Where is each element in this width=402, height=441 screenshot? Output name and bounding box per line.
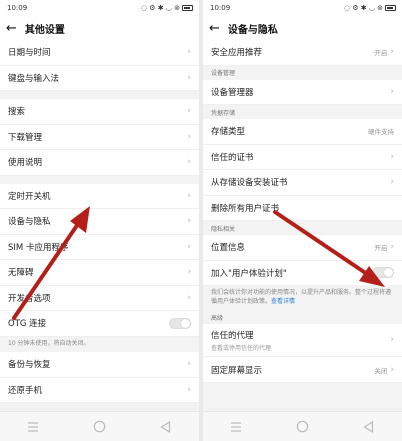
view-details-link[interactable]: 查看详情: [271, 298, 295, 305]
chevron-right-icon: ›: [390, 177, 394, 188]
chevron-right-icon: ›: [187, 216, 191, 227]
home-icon[interactable]: [295, 420, 309, 434]
navigation-bar: [203, 411, 402, 441]
chevron-right-icon: ›: [187, 106, 191, 117]
chevron-right-icon: ›: [187, 157, 191, 168]
back-arrow-icon[interactable]: ←: [209, 22, 220, 35]
settings-item-developer[interactable]: 开发者选项 ›: [0, 285, 199, 311]
settings-item-install-certs[interactable]: 从存储设备安装证书 ›: [203, 170, 402, 196]
settings-item-search[interactable]: 搜索 ›: [0, 99, 199, 125]
settings-item-device-privacy[interactable]: 设备与隐私 ›: [0, 209, 199, 235]
chevron-right-icon: ›: [187, 267, 191, 278]
ux-plan-note: 我们会统计你对功能的使用情况，以提升产品和服务。整个过程将遵循用户体验计划政策。…: [203, 286, 402, 311]
settings-item-screen-pinning[interactable]: 固定屏幕显示 关闭 ›: [203, 357, 402, 383]
settings-item-location[interactable]: 位置信息 开启 ›: [203, 235, 402, 261]
right-screen: 10:09 ◌ ⚙ ✱ ◡ ⊚ ← 设备与隐私 安全应用推荐 开启 › 设备管理…: [203, 0, 402, 441]
settings-item-downloads[interactable]: 下载管理 ›: [0, 124, 199, 150]
page-title: 设备与隐私: [227, 24, 278, 36]
settings-item-trusted-certs[interactable]: 信任的证书 ›: [203, 144, 402, 170]
safe-apps-value: 开启: [374, 49, 388, 58]
section-header-privacy: 隐私相关: [203, 221, 402, 235]
settings-item-sim-apps[interactable]: SIM 卡应用程序 ›: [0, 234, 199, 260]
chevron-right-icon: ›: [187, 72, 191, 83]
settings-item-keyboard[interactable]: 键盘与输入法 ›: [0, 65, 199, 91]
status-time: 10:09: [7, 4, 28, 12]
status-bar: 10:09 ◌ ⚙ ✱ ◡ ⊚: [203, 0, 402, 16]
chevron-right-icon: ›: [187, 131, 191, 142]
settings-item-reset[interactable]: 还原手机 ›: [0, 377, 199, 404]
ux-plan-toggle[interactable]: [372, 267, 394, 279]
settings-item-otg[interactable]: OTG 连接: [0, 311, 199, 337]
chevron-right-icon: ›: [187, 384, 191, 395]
otg-note: 10 分钟未使用，将自动关闭。: [0, 336, 199, 353]
status-icons: ◌ ⚙ ✱ ◡ ⊚: [140, 4, 180, 12]
chevron-right-icon: ›: [390, 242, 394, 253]
divider: [0, 175, 199, 184]
status-bar: 10:09 ◌ ⚙ ✱ ◡ ⊚: [0, 0, 199, 16]
title-bar: ← 设备与隐私: [203, 16, 402, 40]
battery-icon: [182, 5, 193, 11]
page-title: 其他设置: [24, 24, 65, 36]
settings-item-manual[interactable]: 使用说明 ›: [0, 150, 199, 176]
settings-item-backup[interactable]: 备份与恢复 ›: [0, 352, 199, 378]
navigation-bar: [0, 411, 199, 441]
chevron-right-icon: ›: [390, 335, 394, 346]
otg-toggle[interactable]: [169, 317, 191, 329]
settings-item-remove-certs[interactable]: 删除所有用户证书: [203, 195, 402, 221]
storage-type-value: 硬件支持: [368, 128, 394, 137]
chevron-right-icon: ›: [390, 151, 394, 162]
chevron-right-icon: ›: [187, 292, 191, 303]
settings-item-accessibility[interactable]: 无障碍 ›: [0, 260, 199, 286]
status-icons: ◌ ⚙ ✱ ◡ ⊚: [343, 4, 383, 12]
chevron-right-icon: ›: [187, 47, 191, 58]
settings-item-device-admin[interactable]: 设备管理器 ›: [203, 79, 402, 105]
back-icon[interactable]: [159, 420, 173, 434]
section-header-credential-storage: 凭据存储: [203, 105, 402, 119]
menu-icon[interactable]: [26, 420, 40, 434]
chevron-right-icon: ›: [187, 190, 191, 201]
chevron-right-icon: ›: [187, 359, 191, 370]
left-screen: 10:09 ◌ ⚙ ✱ ◡ ⊚ ← 其他设置 日期与时间 › 键盘与输入法 › …: [0, 0, 199, 441]
location-value: 开启: [374, 244, 388, 253]
settings-item-safe-apps[interactable]: 安全应用推荐 开启 ›: [203, 40, 402, 66]
chevron-right-icon: ›: [390, 86, 394, 97]
section-header-device-management: 设备管理: [203, 65, 402, 80]
settings-item-date-time[interactable]: 日期与时间 ›: [0, 40, 199, 66]
chevron-right-icon: ›: [390, 47, 394, 58]
back-arrow-icon[interactable]: ←: [6, 22, 17, 35]
chevron-right-icon: ›: [390, 364, 394, 375]
status-time: 10:09: [210, 4, 231, 12]
menu-icon[interactable]: [229, 420, 243, 434]
back-icon[interactable]: [362, 420, 376, 434]
section-header-advanced: 高级: [203, 310, 402, 325]
screen-pinning-value: 关闭: [374, 366, 388, 375]
chevron-right-icon: ›: [187, 241, 191, 252]
settings-item-storage-type: 存储类型 硬件支持: [203, 119, 402, 145]
settings-item-ux-plan[interactable]: 加入"用户体验计划": [203, 260, 402, 286]
settings-item-scheduled-power[interactable]: 定时开关机 ›: [0, 183, 199, 209]
home-icon[interactable]: [92, 420, 106, 434]
settings-item-trust-agents[interactable]: 信任的代理 查看或停用信任的代理 ›: [203, 324, 402, 358]
title-bar: ← 其他设置: [0, 16, 199, 40]
battery-icon: [385, 5, 396, 11]
divider: [0, 91, 199, 99]
